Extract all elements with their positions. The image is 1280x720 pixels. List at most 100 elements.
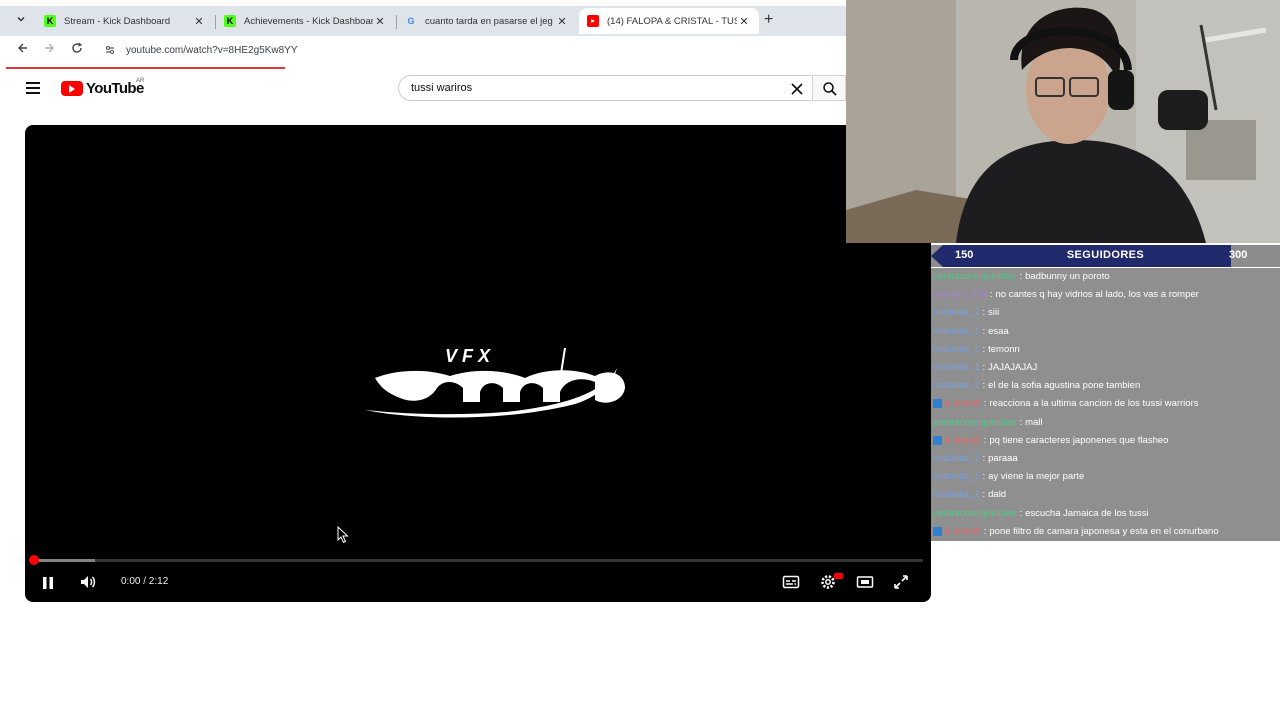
volume-icon [81, 576, 96, 588]
chat-message: mabelita_1: temonn [933, 341, 1020, 358]
close-icon [791, 83, 803, 95]
chat-text: pone filtro de camara japonesa y esta en… [989, 525, 1219, 537]
chat-username: peteracorelquelolee [933, 271, 1017, 282]
close-icon[interactable]: ✕ [373, 15, 387, 28]
video-frame-logo: VFX [365, 346, 625, 418]
arrow-right-icon [45, 43, 54, 53]
tab-search-button[interactable] [12, 14, 30, 30]
followers-goal-bar: 150 SEGUIDORES 300 [931, 245, 1280, 267]
chat-message: peteracorelquelolee: escucha Jamaica de l… [933, 505, 1149, 522]
chat-separator: : [983, 398, 987, 410]
chat-separator: : [982, 471, 986, 483]
hd-badge [834, 573, 843, 579]
site-info-button[interactable] [104, 44, 116, 59]
close-icon[interactable]: ✕ [555, 15, 569, 28]
chat-text: escucha Jamaica de los tussi [1025, 507, 1149, 519]
chat-text: el de la sofia agustina pone tambien [988, 380, 1141, 392]
youtube-header: YouTube AR tussi wariros [0, 70, 846, 108]
chat-separator: : [982, 453, 986, 464]
back-button[interactable] [17, 42, 29, 57]
chat-username: mabelita_1 [933, 307, 980, 319]
scrubber-handle[interactable] [29, 555, 39, 565]
chat-text: temonn [988, 343, 1020, 355]
clear-search-button[interactable] [791, 78, 803, 100]
chat-message: mabelita_1: ay viene la mejor parte [933, 468, 1084, 485]
chat-username: peteracorelquelolee [933, 507, 1017, 519]
close-icon[interactable]: ✕ [192, 15, 206, 28]
chevron-down-icon [17, 17, 25, 22]
close-icon[interactable]: ✕ [737, 15, 751, 28]
chat-message: mabelita_1: el de la sofia agustina pone … [933, 377, 1140, 394]
chat-text: no cantes q hay vidrios al lado, los vas… [995, 289, 1199, 301]
chat-separator: : [1019, 271, 1023, 282]
chat-text: mall [1025, 416, 1043, 428]
tab-stream-dashboard[interactable]: K Stream - Kick Dashboard ✕ [36, 8, 214, 34]
tune-icon [106, 46, 114, 54]
chat-text: ay viene la mejor parte [988, 471, 1085, 483]
chat-message: mabelita_1: esaa [933, 323, 1009, 340]
chat-separator: : [982, 380, 986, 392]
chat-username: mabelita_1 [933, 380, 980, 392]
chat-text: badbunny un poroto [1025, 271, 1110, 282]
country-code: AR [136, 78, 145, 84]
subtitles-button[interactable] [782, 573, 800, 596]
search-button[interactable] [812, 75, 846, 101]
progress-bar[interactable] [33, 559, 923, 562]
youtube-logo[interactable]: YouTube [61, 80, 144, 97]
chat-overlay: peteracorelquelolee: badbunny un poroto ma… [931, 268, 1280, 541]
chat-separator: : [989, 289, 993, 301]
chat-message: binolaoff: reacciona a la ultima cancion … [933, 395, 1198, 412]
reload-icon [72, 42, 83, 53]
chat-username: mabelita_1 [933, 362, 980, 373]
chat-separator: : [1019, 507, 1023, 519]
forward-button[interactable] [43, 42, 55, 57]
mouse-cursor-icon [337, 526, 349, 544]
chat-message: malvinu_026: no cantes q hay vidrios al l… [933, 286, 1199, 303]
search-icon [823, 82, 837, 96]
chat-username: malvinu_026 [933, 289, 987, 301]
kick-icon: K [224, 15, 236, 27]
chat-separator: : [1019, 416, 1023, 428]
address-bar[interactable]: youtube.com/watch?v=8HE2g5Kw8YY [126, 45, 298, 56]
pause-button[interactable] [41, 573, 55, 596]
screen: K Stream - Kick Dashboard ✕ K Achievemen… [0, 0, 1280, 720]
reload-button[interactable] [71, 42, 83, 57]
buffer-bar [33, 559, 96, 562]
video-frame-text: VFX [445, 346, 495, 366]
chat-text: dald [988, 489, 1007, 501]
tab-achievements[interactable]: K Achievements - Kick Dashboard ✕ [216, 8, 395, 34]
followers-goal: 300 [1229, 249, 1248, 261]
tab-google-search[interactable]: G cuanto tarda en pasarse el jeg ✕ [397, 8, 577, 34]
search-input[interactable]: tussi wariros [398, 75, 811, 101]
chat-separator: : [982, 343, 986, 355]
subscriber-badge-icon [933, 435, 942, 445]
chat-username: mabelita_1 [933, 489, 980, 501]
volume-button[interactable] [79, 573, 97, 596]
chat-text: JAJAJAJAJ [988, 362, 1038, 373]
tab-title: Achievements - Kick Dashboard [244, 15, 373, 27]
chat-separator: : [982, 489, 986, 501]
chat-text: siii [988, 307, 1000, 319]
theater-icon [856, 576, 874, 588]
tab-youtube-video[interactable]: (14) FALOPA & CRISTAL - TUSSI ✕ [579, 8, 759, 34]
chat-message: binolaoff: pone filtro de camara japonesa… [933, 523, 1219, 540]
chat-username: mabelita_1 [933, 453, 980, 464]
theater-mode-button[interactable] [856, 573, 874, 596]
chat-message: mabelita_1: dald [933, 486, 1006, 503]
subscriber-badge-icon [933, 399, 942, 409]
chat-username: binolaoff [945, 525, 981, 537]
pause-icon [43, 577, 53, 589]
chat-username: mabelita_1 [933, 343, 980, 355]
new-tab-button[interactable]: + [764, 11, 773, 29]
chat-message: peteracorelquelolee: mall [933, 414, 1043, 431]
subtitles-icon [782, 575, 800, 589]
chat-message: mabelita_1: siii [933, 304, 999, 321]
chat-separator: : [983, 525, 987, 537]
video-player[interactable]: VFX 0:00 / 2:12 [25, 125, 931, 602]
page-load-progress [6, 67, 285, 69]
fullscreen-icon [894, 575, 908, 589]
fullscreen-button[interactable] [892, 573, 910, 596]
menu-icon[interactable] [26, 82, 40, 94]
browser-tab-bar: K Stream - Kick Dashboard ✕ K Achievemen… [0, 6, 846, 36]
youtube-icon [587, 15, 599, 27]
